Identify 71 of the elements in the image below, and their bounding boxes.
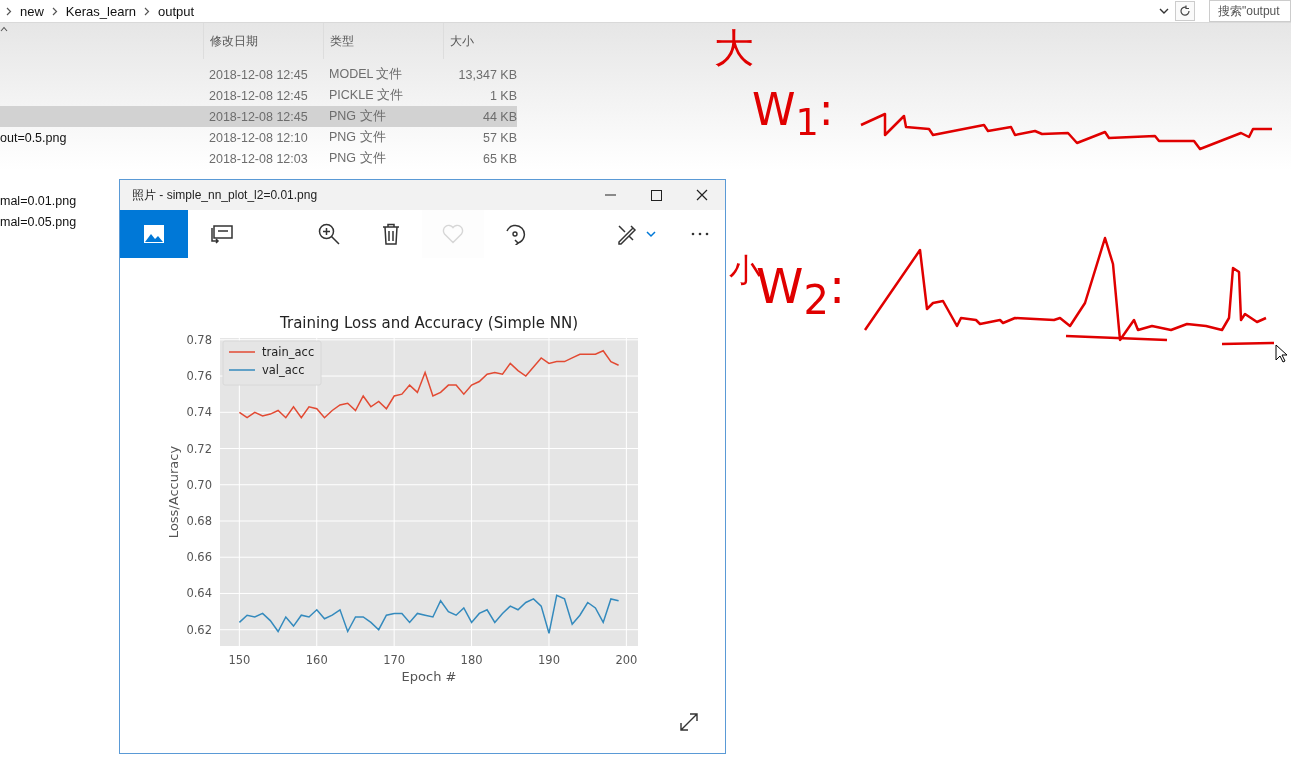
column-header[interactable]: 类型 (323, 23, 443, 59)
file-size: 13,347 KB (458, 67, 517, 82)
ink-underline (1221, 341, 1275, 346)
x-tick-label: 170 (383, 653, 406, 667)
toolbar-button[interactable] (120, 210, 188, 258)
y-tick-label: 0.62 (186, 622, 212, 637)
file-size: 57 KB (482, 130, 517, 145)
chart-title: Training Loss and Accuracy (Simple NN) (280, 314, 578, 332)
modified-date: 2018-12-08 12:03 (209, 151, 308, 166)
y-axis-label: Loss/Accuracy (166, 445, 181, 539)
x-tick-label: 150 (228, 653, 251, 667)
minimize-icon (604, 194, 616, 196)
handwritten-note: W$_{1}$: (752, 88, 834, 142)
x-tick-label: 180 (460, 653, 483, 667)
legend-label: val_acc (262, 363, 305, 377)
modified-date: 2018-12-08 12:45 (209, 109, 308, 124)
file-size: 44 KB (482, 109, 517, 124)
breadcrumb-item[interactable]: new (20, 3, 44, 19)
legend-line (228, 351, 256, 353)
file-type: PNG 文件 (329, 151, 386, 165)
search-field[interactable]: 搜索"output (1209, 0, 1291, 22)
x-axis-label: Epoch # (401, 669, 457, 684)
file-type: PNG 文件 (329, 130, 386, 144)
y-tick-label: 0.68 (186, 514, 212, 528)
x-tick-label: 160 (305, 653, 328, 667)
chevron-right-icon (6, 6, 12, 16)
handwritten-note: 大 (714, 28, 754, 68)
file-row[interactable]: mal=0.05.png (0, 211, 118, 232)
y-tick-label: 0.76 (186, 369, 212, 384)
modified-date: 2018-12-08 12:45 (209, 67, 308, 82)
modified-date: 2018-12-08 12:45 (209, 88, 308, 103)
file-type: PNG 文件 (329, 109, 386, 123)
column-header[interactable]: 修改日期 (203, 23, 323, 59)
chevron-up-icon[interactable] (0, 26, 8, 32)
file-name: mal=0.01.png (0, 193, 77, 208)
file-row[interactable]: out=0.5.png 2018-12-08 12:10 PNG 文件 57 KB (0, 127, 517, 148)
cursor-icon (1275, 344, 1288, 363)
breadcrumb-item[interactable]: Keras_learn (65, 3, 136, 19)
y-tick-label: 0.74 (186, 405, 212, 420)
expand-icon[interactable] (680, 713, 698, 731)
file-row[interactable]: mal=0.01.png (0, 190, 118, 211)
file-row[interactable]: 2018-12-08 12:45 PNG 文件 44 KB (0, 106, 517, 127)
file-size: 65 KB (482, 151, 517, 166)
legend-line (228, 369, 256, 371)
file-name: mal=0.05.png (0, 214, 77, 229)
x-tick-label: 190 (538, 653, 560, 667)
refresh-button[interactable] (1175, 1, 1195, 21)
breadcrumb-item[interactable]: output (157, 3, 195, 19)
file-size: 1 KB (489, 88, 517, 103)
refresh-icon (1179, 5, 1191, 17)
maximize-icon (650, 189, 662, 201)
y-tick-label: 0.78 (186, 332, 212, 347)
y-tick-label: 0.70 (186, 477, 212, 492)
y-tick-label: 0.72 (186, 441, 212, 456)
file-row[interactable]: 2018-12-08 12:03 PNG 文件 65 KB (0, 148, 517, 169)
y-tick-label: 0.64 (186, 586, 212, 601)
file-type: MODEL 文件 (329, 67, 403, 81)
file-type: PICKLE 文件 (329, 88, 403, 102)
x-tick-label: 200 (615, 653, 638, 667)
chevron-right-icon (51, 6, 58, 16)
window-title: 照片 - simple_nn_plot_l2=0.01.png (131, 186, 319, 204)
modified-date: 2018-12-08 12:10 (209, 130, 308, 145)
column-header[interactable]: 大小 (443, 23, 523, 59)
file-row[interactable]: 2018-12-08 12:45 MODEL 文件 13,347 KB (0, 64, 517, 85)
y-tick-label: 0.66 (186, 550, 212, 565)
chevron-down-icon[interactable] (1159, 7, 1169, 15)
chevron-right-icon (143, 6, 150, 16)
legend-label: train_acc (262, 345, 315, 359)
file-row[interactable]: 2018-12-08 12:45 PICKLE 文件 1 KB (0, 85, 517, 106)
close-icon (696, 189, 708, 201)
file-name: out=0.5.png (0, 130, 67, 145)
